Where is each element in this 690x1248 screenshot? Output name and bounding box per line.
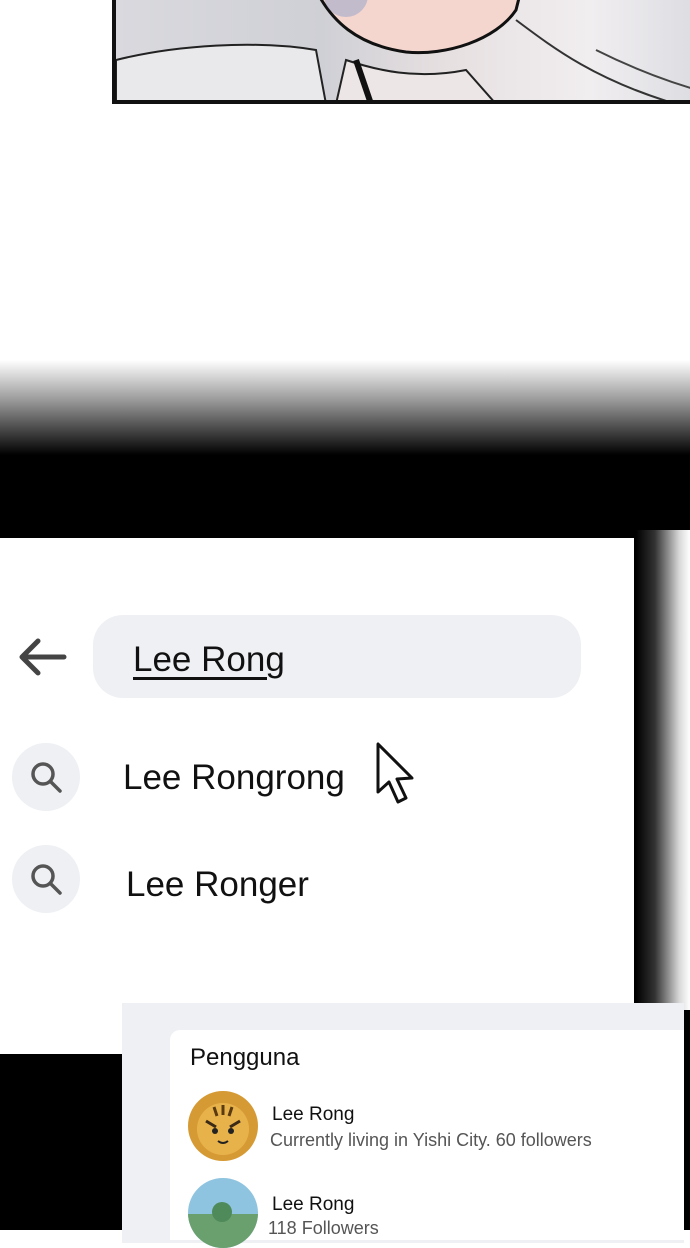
back-arrow-icon[interactable] [18, 636, 68, 678]
suggestion-search-icon [12, 845, 80, 913]
mouse-pointer-icon [376, 742, 418, 806]
suggestion-item-1[interactable]: Lee Rongrong [123, 758, 345, 798]
user-subtitle: Currently living in Yishi City. 60 follo… [270, 1130, 592, 1150]
section-title-users: Pengguna [190, 1044, 300, 1071]
user-name[interactable]: Lee Rong [272, 1194, 354, 1216]
suggestion-item-2[interactable]: Lee Ronger [126, 865, 309, 905]
suggestion-search-icon [12, 743, 80, 811]
comic-panel-illustration [112, 0, 690, 104]
search-field[interactable] [93, 615, 581, 698]
user-subtitle: 118 Followers [268, 1218, 379, 1238]
user-avatar[interactable] [188, 1178, 258, 1248]
backdrop-edge-glow [636, 530, 690, 1010]
user-name[interactable]: Lee Rong [272, 1104, 354, 1126]
search-input[interactable] [131, 637, 555, 683]
user-avatar[interactable] [188, 1091, 258, 1161]
